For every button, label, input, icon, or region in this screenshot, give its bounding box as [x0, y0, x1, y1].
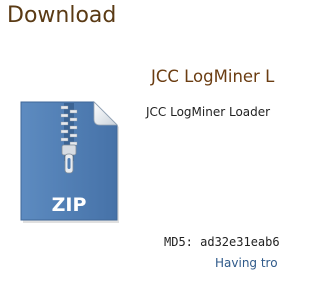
page-title: Download — [7, 3, 117, 28]
zip-file-icon[interactable]: ZIP — [16, 100, 121, 225]
product-title: JCC LogMiner L — [151, 67, 275, 86]
md5-checksum: MD5: ad32e31eab6 — [164, 235, 280, 249]
having-trouble-link[interactable]: Having tro — [215, 256, 278, 271]
product-description: JCC LogMiner Loader — [146, 105, 271, 119]
zip-label: ZIP — [52, 194, 87, 216]
